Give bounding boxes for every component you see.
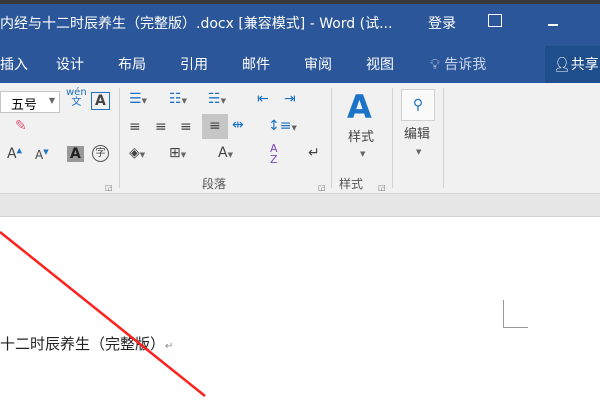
tab-review[interactable]: 审阅	[304, 54, 332, 74]
chevron-down-icon[interactable]: ▼	[360, 151, 365, 158]
distributed-icon[interactable]: ⇹	[232, 118, 244, 132]
ribbon-tabs: 插入 设计 布局 引用 邮件 审阅 视图 💡︎ 告诉我 👤︎共享	[0, 42, 600, 83]
tab-layout[interactable]: 布局	[118, 54, 146, 74]
paragraph-mark: ↵	[165, 341, 174, 352]
tab-references[interactable]: 引用	[180, 54, 208, 74]
borders-icon[interactable]: ⊞▼	[169, 146, 186, 160]
editing-button[interactable]: 编辑	[404, 128, 430, 141]
justify-icon[interactable]: ≡	[202, 114, 228, 139]
shrink-font-icon[interactable]: A▼	[35, 149, 49, 162]
login-button[interactable]: 登录	[428, 13, 456, 33]
show-marks-icon[interactable]: ↵	[308, 146, 320, 160]
shading-icon[interactable]: ◈▼	[129, 146, 145, 160]
window-title: 内经与十二时辰养生（完整版）.docx [兼容模式] - Word (试...	[0, 16, 393, 32]
minimize-icon[interactable]	[548, 24, 558, 26]
decrease-indent-icon[interactable]: ⇤	[257, 92, 269, 106]
tell-me-label: 告诉我	[444, 57, 487, 73]
character-border-icon[interactable]: A	[91, 92, 110, 110]
tab-insert[interactable]: 插入	[0, 54, 28, 74]
clear-formatting-icon[interactable]: ✎	[15, 119, 27, 133]
styles-group-label: 样式	[339, 177, 364, 191]
asian-layout-icon[interactable]: A▼	[218, 146, 233, 160]
enclose-characters-icon[interactable]: 字	[92, 145, 109, 162]
font-size-value: 五号	[11, 98, 38, 113]
document-heading: 十二时辰养生（完整版）	[0, 335, 166, 353]
tab-design[interactable]: 设计	[56, 54, 84, 74]
chevron-down-icon: ▼	[48, 96, 55, 105]
phonetic-guide-icon[interactable]: wén 文	[66, 88, 87, 108]
ribbon-display-icon[interactable]	[488, 14, 502, 27]
document-text[interactable]: 十二时辰养生（完整版）↵	[0, 333, 173, 354]
tab-view[interactable]: 视图	[366, 54, 394, 74]
chevron-down-icon[interactable]: ▼	[416, 149, 421, 156]
align-right-icon[interactable]: ≡	[180, 120, 192, 134]
paragraph-dialog-launcher-icon[interactable]: ◲	[318, 184, 326, 192]
increase-indent-icon[interactable]: ⇥	[284, 92, 296, 106]
paragraph-group-label: 段落	[202, 177, 227, 191]
sort-icon[interactable]: AZ	[270, 143, 278, 165]
title-bar: 内经与十二时辰养生（完整版）.docx [兼容模式] - Word (试... …	[0, 4, 600, 42]
phonetic-char: 文	[71, 97, 82, 108]
bullets-icon[interactable]: ☰▼	[129, 92, 147, 106]
line-spacing-icon[interactable]: ↕≡▼	[268, 119, 297, 133]
multilevel-list-icon[interactable]: ☵▼	[208, 92, 226, 106]
margin-corner-mark	[503, 300, 528, 328]
styles-dialog-launcher-icon[interactable]: ◲	[378, 184, 386, 192]
styles-button[interactable]: 样式	[348, 131, 374, 144]
search-icon[interactable]: ⚲	[401, 89, 435, 121]
character-shading-icon[interactable]: A	[67, 146, 84, 162]
ruler-area	[0, 194, 600, 217]
align-left-icon[interactable]: ≡	[129, 120, 141, 134]
grow-font-icon[interactable]: A▲	[7, 147, 22, 161]
user-add-icon: 👤︎	[553, 57, 571, 73]
font-dialog-launcher-icon[interactable]: ◲	[105, 184, 113, 192]
align-center-icon[interactable]: ≡	[155, 120, 167, 134]
share-button[interactable]: 👤︎共享	[545, 46, 600, 83]
share-label: 共享	[570, 57, 599, 73]
font-size-select[interactable]: 五号 ▼	[0, 91, 60, 113]
ribbon: 五号 ▼ wén 文 A ✎ A▲ A▼ A 字 ◲ ☰▼ ☷▼ ☵▼ ⇤ ⇥ ≡ …	[0, 83, 600, 194]
tell-me-search[interactable]: 💡︎ 告诉我	[430, 54, 486, 74]
lightbulb-icon: 💡︎	[430, 57, 440, 73]
tab-mailings[interactable]: 邮件	[242, 54, 270, 74]
styles-icon[interactable]: A	[347, 91, 372, 123]
numbering-icon[interactable]: ☷▼	[169, 92, 187, 106]
